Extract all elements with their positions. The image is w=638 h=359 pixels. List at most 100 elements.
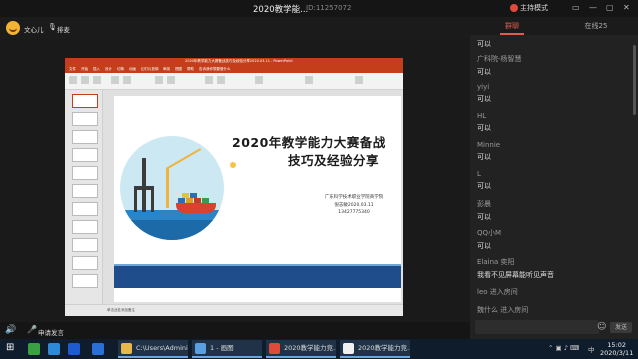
mic-queue-icon[interactable]: 🎙 <box>48 23 57 31</box>
slide-thumbnail[interactable] <box>72 148 98 162</box>
ppt-tab[interactable]: 视图 <box>175 67 182 72</box>
mic-icon[interactable]: 🎤 <box>27 325 37 334</box>
speaker-icon[interactable]: 🔊 <box>5 325 16 335</box>
chat-scrollbar[interactable] <box>633 45 636 115</box>
slide-thumbnail[interactable] <box>72 166 98 180</box>
minimize-button[interactable]: — <box>589 3 597 12</box>
message-text: 可以 <box>477 124 491 132</box>
mic-queue-button[interactable]: 排麦 <box>57 24 70 34</box>
slide[interactable]: 2020年教学能力大赛备战 技巧及经验分享 广东科学技术职业学院商学院 倪志敏2… <box>114 96 401 302</box>
tab-online[interactable]: 在线25 <box>554 17 638 35</box>
tab-group-chat[interactable]: 群聊 <box>470 17 554 35</box>
ribbon-button[interactable] <box>217 76 225 84</box>
tray-icons[interactable]: ⌃ ▣ ♪ ⌨ <box>548 344 579 352</box>
close-button[interactable]: ✕ <box>623 3 630 12</box>
slide-thumbnail[interactable] <box>72 184 98 198</box>
system-message: leo 进入房间 <box>477 288 518 296</box>
cargo-ship <box>176 203 216 213</box>
sender-name: yiyi <box>477 83 490 91</box>
slide-thumbnail[interactable] <box>72 256 98 270</box>
ppt-tab[interactable]: 文件 <box>69 67 76 72</box>
slide-thumbnail[interactable] <box>72 202 98 216</box>
ppt-tab[interactable]: 设计 <box>105 67 112 72</box>
sender-name: 彭晨 <box>477 200 491 208</box>
clock-time: 15:02 <box>607 341 627 349</box>
wechat-icon[interactable] <box>28 343 40 355</box>
apply-speak-button[interactable]: 申请发言 <box>38 327 64 337</box>
message-text: 可以 <box>477 182 491 190</box>
slide-thumbnail[interactable] <box>72 130 98 144</box>
message-text: 我看不见屏幕能听见声音 <box>477 271 554 279</box>
slide-thumbnail[interactable] <box>72 220 98 234</box>
taskbar-item-paint[interactable]: 1 - 画图 <box>192 340 262 358</box>
host-mode-button[interactable]: 主持模式 <box>520 3 548 13</box>
host-name: 文心儿 <box>24 26 44 34</box>
cargo-container <box>178 198 185 203</box>
slide-thumbnail[interactable] <box>72 238 98 252</box>
ppt-tab[interactable]: 审阅 <box>163 67 170 72</box>
taskbar-item-meeting[interactable]: 2020教学能力竞... <box>266 340 336 358</box>
ribbon-button[interactable] <box>305 76 313 84</box>
message-text: 可以 <box>477 213 491 221</box>
ppt-ribbon-tabs: 文件 开始 插入 设计 切换 动画 幻灯片放映 审阅 视图 帮助 告诉我你想要做… <box>65 66 403 73</box>
emoji-icon[interactable]: ☺ <box>597 322 606 332</box>
chat-input[interactable] <box>475 320 599 334</box>
sender-name: L <box>477 170 481 178</box>
share-window-icon[interactable]: ▭ <box>572 3 580 12</box>
taskbar-item-explorer[interactable]: C:\Users\Admini... <box>118 340 188 358</box>
chat-message: QQ小M 可以 <box>477 228 627 251</box>
ribbon-button[interactable] <box>111 76 119 84</box>
chat-message: HL 可以 <box>477 112 627 133</box>
slide-thumbnail[interactable] <box>72 112 98 126</box>
ppt-tab[interactable]: 切换 <box>117 67 124 72</box>
ribbon-button[interactable] <box>69 76 77 84</box>
input-method-indicator[interactable]: 中 <box>588 344 595 354</box>
sender-name: Elaina 奕阳 <box>477 258 515 266</box>
taskbar-label: C:\Users\Admini... <box>136 344 188 352</box>
ppt-tab[interactable]: 插入 <box>93 67 100 72</box>
slide-subtitle: 技巧及经验分享 <box>288 153 380 168</box>
ribbon-button[interactable] <box>167 76 175 84</box>
maximize-button[interactable]: ▢ <box>606 3 614 12</box>
ribbon-button[interactable] <box>81 76 89 84</box>
notes-placeholder[interactable]: 单击此处添加备注 <box>107 308 135 313</box>
shared-screen: 2020年教学能力大赛备战技巧及经验分享2020.03.11 - PowerPo… <box>0 39 470 322</box>
taskbar-clock[interactable]: 15:02 2020/3/11 <box>600 341 633 357</box>
sun-shape <box>230 162 236 168</box>
taskbar-item-powerpoint[interactable]: 2020教学能力竞... <box>340 340 410 358</box>
app-window: 2020教学能... ID:11257072 主持模式 ▭ — ▢ ✕ 文心儿 … <box>0 0 638 359</box>
browser-icon[interactable] <box>68 343 80 355</box>
message-text: 可以 <box>477 242 491 250</box>
ribbon-button[interactable] <box>205 76 213 84</box>
chat-panel: 群聊 在线25 可以 广科院-杨智慧 可以 yiyi 可以 HL 可以 Minn… <box>470 17 638 339</box>
slide-org: 广东科学技术职业学院商学院 <box>324 195 384 200</box>
ribbon-button[interactable] <box>155 76 163 84</box>
paint-icon <box>195 343 206 354</box>
cargo-container <box>194 198 201 203</box>
ribbon-button[interactable] <box>123 76 131 84</box>
rig-leg <box>151 190 154 212</box>
ppt-tab[interactable]: 幻灯片放映 <box>141 67 159 72</box>
qq-icon[interactable] <box>48 343 60 355</box>
slide-thumbnail[interactable] <box>72 274 98 288</box>
client-toolbar: 🔊 🎤 申请发言 <box>0 322 470 339</box>
ppt-tab[interactable]: 帮助 <box>187 67 194 72</box>
ppt-tell-me[interactable]: 告诉我你想要做什么 <box>199 67 231 72</box>
ppt-ribbon <box>65 73 403 90</box>
ribbon-button[interactable] <box>355 76 363 84</box>
offshore-rig-illustration <box>120 136 224 240</box>
host-mode-icon <box>510 4 518 12</box>
title-bar: 2020教学能... ID:11257072 主持模式 ▭ — ▢ ✕ <box>0 0 638 17</box>
host-bar: 文心儿 🎙 排麦 <box>0 17 470 39</box>
app-icon[interactable] <box>92 343 104 355</box>
ppt-tab[interactable]: 动画 <box>129 67 136 72</box>
cargo-container <box>202 198 209 203</box>
meeting-app-icon <box>269 343 280 354</box>
ribbon-button[interactable] <box>93 76 101 84</box>
ribbon-button[interactable] <box>255 76 263 84</box>
host-avatar[interactable] <box>6 21 20 35</box>
slide-thumbnail[interactable] <box>72 94 98 108</box>
start-icon[interactable]: ⊞ <box>6 342 18 354</box>
send-button[interactable]: 发送 <box>610 322 632 333</box>
ppt-tab[interactable]: 开始 <box>81 67 88 72</box>
